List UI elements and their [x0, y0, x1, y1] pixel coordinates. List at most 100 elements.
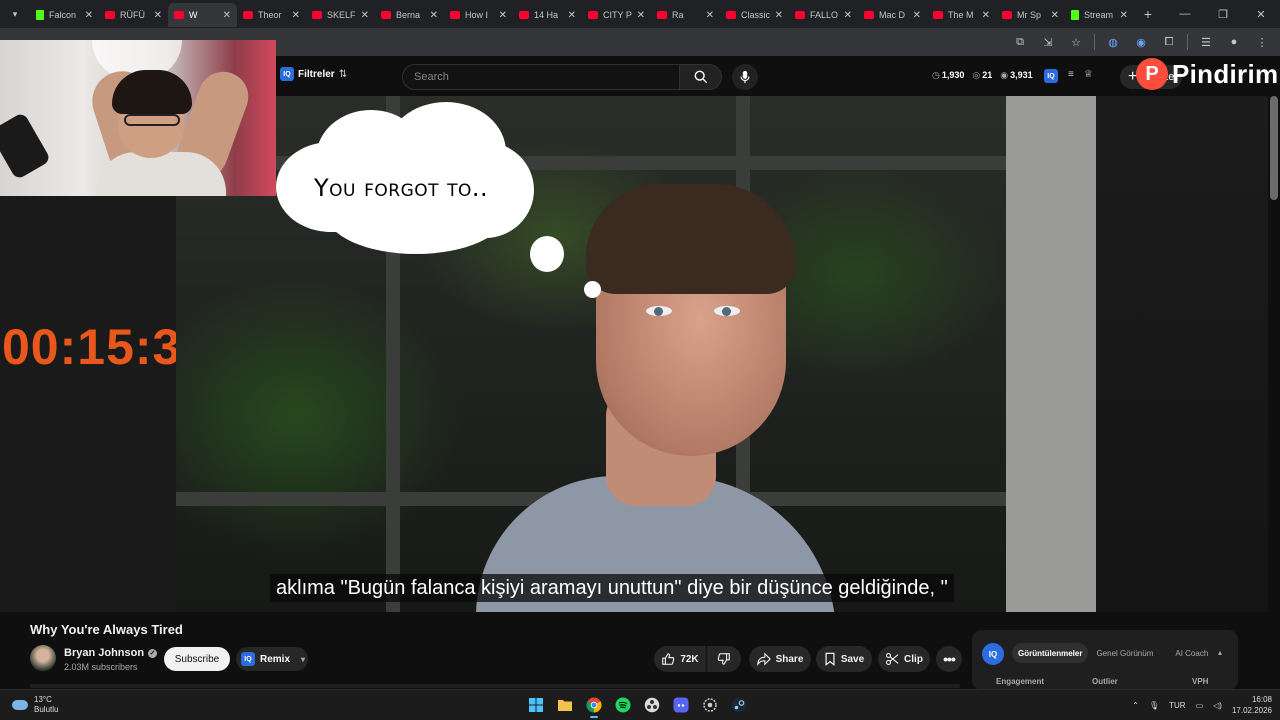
save-button[interactable]: Save [816, 646, 872, 672]
stat-views-value: 1,930 [941, 70, 965, 80]
search-input[interactable]: Search [402, 64, 680, 90]
close-tab-icon[interactable]: ✕ [913, 10, 921, 21]
browser-tab[interactable]: Mr Sp ✕ [996, 3, 1065, 27]
close-tab-icon[interactable]: ✕ [223, 10, 231, 21]
language-indicator[interactable]: TUR [1169, 701, 1185, 710]
iq-icon[interactable]: IQ [1044, 69, 1058, 83]
extensions-puzzle-icon[interactable]: ⧠ [1159, 32, 1179, 52]
tab-search-chevron-icon[interactable]: ▾ [4, 4, 26, 24]
pindirim-watermark: P Pindirim [1136, 58, 1278, 90]
browser-tab[interactable]: Berna ✕ [375, 3, 444, 27]
close-tab-icon[interactable]: ✕ [499, 10, 507, 21]
network-icon[interactable]: ▭ [1196, 701, 1204, 710]
browser-tab[interactable]: 14 Ha ✕ [513, 3, 582, 27]
close-window-icon[interactable]: ✕ [1242, 0, 1280, 28]
profile-avatar-icon[interactable]: ● [1224, 32, 1244, 52]
page-scrollbar[interactable] [1270, 96, 1278, 200]
channel-name[interactable]: Bryan Johnson ✓ [64, 647, 158, 659]
close-tab-icon[interactable]: ✕ [637, 10, 645, 21]
remix-button[interactable]: IQ Remix ▾ [236, 647, 308, 671]
filters-button[interactable]: IQ Filtreler ⇅ [280, 67, 347, 81]
browser-tab[interactable]: Classic ✕ [720, 3, 789, 27]
like-button[interactable]: 72K [654, 646, 706, 672]
iq-columns: Engagement Outlier VPH [996, 677, 1208, 686]
volume-icon[interactable]: ◁) [1213, 701, 1222, 710]
browser-tab[interactable]: Mac D ✕ [858, 3, 927, 27]
extension-audio-icon[interactable]: ◍ [1103, 32, 1123, 52]
chrome-menu-icon[interactable]: ⋮ [1252, 32, 1272, 52]
close-tab-icon[interactable]: ✕ [1120, 10, 1128, 21]
scissors-icon [886, 652, 899, 666]
browser-tab[interactable]: Stream ✕ [1065, 3, 1134, 27]
close-tab-icon[interactable]: ✕ [154, 10, 162, 21]
youtube-icon [105, 11, 115, 19]
close-tab-icon[interactable]: ✕ [361, 10, 369, 21]
tab-title: Classic [741, 10, 771, 20]
tab-title: Mac D [879, 10, 906, 20]
new-tab-button[interactable]: + [1138, 6, 1158, 22]
obs-icon [644, 697, 660, 713]
search-button[interactable] [680, 64, 722, 90]
browser-tab[interactable]: CITY P ✕ [582, 3, 651, 27]
browser-tab[interactable]: How I ✕ [444, 3, 513, 27]
close-tab-icon[interactable]: ✕ [85, 10, 93, 21]
trophy-icon[interactable]: ♕ [1084, 69, 1093, 83]
chevron-up-icon[interactable]: ⌃ [1132, 701, 1139, 710]
browser-tab[interactable]: FALLO ✕ [789, 3, 858, 27]
close-tab-icon[interactable]: ✕ [430, 10, 438, 21]
voice-search-button[interactable] [732, 64, 758, 90]
chevron-up-icon[interactable]: ▴ [1218, 648, 1222, 657]
browser-tab[interactable]: RÜFÜ ✕ [99, 3, 168, 27]
spotify-button[interactable] [613, 694, 633, 716]
settings-app-button[interactable] [700, 694, 720, 716]
system-tray: ⌃ 🎙︎ TUR ▭ ◁) 16:08 17.02.2026 [1132, 694, 1272, 716]
browser-tab[interactable]: W ✕ [168, 3, 237, 27]
channel-avatar[interactable] [30, 645, 56, 671]
dislike-button[interactable] [707, 646, 741, 672]
webcam-shirt [96, 152, 226, 196]
browser-tab[interactable]: Theor ✕ [237, 3, 306, 27]
list-icon[interactable]: ≡ [1068, 69, 1074, 83]
close-tab-icon[interactable]: ✕ [568, 10, 576, 21]
translate-icon[interactable]: ⧉ [1010, 32, 1030, 52]
close-tab-icon[interactable]: ✕ [844, 10, 852, 21]
weather-widget[interactable]: 13°C Bulutlu [12, 695, 58, 715]
browser-tab[interactable]: Ra ✕ [651, 3, 720, 27]
close-tab-icon[interactable]: ✕ [1051, 10, 1059, 21]
close-tab-icon[interactable]: ✕ [982, 10, 990, 21]
close-tab-icon[interactable]: ✕ [706, 10, 714, 21]
iq-icon: IQ [241, 652, 255, 666]
browser-tab[interactable]: The M ✕ [927, 3, 996, 27]
install-icon[interactable]: ⇲ [1038, 32, 1058, 52]
microphone-tray-icon[interactable]: 🎙︎ [1149, 701, 1159, 710]
iq-tab-ai-coach[interactable]: AI Coach [1169, 643, 1214, 663]
eye-icon: ◉ [1000, 70, 1009, 80]
channel-name-label: Bryan Johnson [64, 647, 145, 659]
iq-tab-views[interactable]: Görüntülenmeler [1012, 643, 1089, 663]
file-explorer-button[interactable] [555, 694, 575, 716]
obs-button[interactable] [642, 694, 662, 716]
subscribe-button[interactable]: Subscribe [164, 647, 230, 671]
chrome-button[interactable] [584, 694, 604, 718]
discord-button[interactable] [671, 694, 691, 716]
more-actions-button[interactable]: ••• [936, 646, 962, 672]
steam-button[interactable] [729, 694, 749, 716]
browser-tab[interactable]: SKELF ✕ [306, 3, 375, 27]
clock[interactable]: 16:08 17.02.2026 [1232, 694, 1272, 716]
clock-time: 16:08 [1251, 695, 1272, 704]
maximize-icon[interactable]: ❐ [1204, 0, 1242, 28]
share-button[interactable]: Share [749, 646, 811, 672]
close-tab-icon[interactable]: ✕ [775, 10, 783, 21]
clip-button[interactable]: Clip [878, 646, 930, 672]
reading-list-icon[interactable]: ☰ [1196, 32, 1216, 52]
close-tab-icon[interactable]: ✕ [292, 10, 300, 21]
start-button[interactable] [526, 694, 546, 716]
filter-sliders-icon: ⇅ [338, 68, 348, 80]
iq-tab-overview[interactable]: Genel Görünüm [1090, 643, 1159, 663]
bookmark-star-icon[interactable]: ☆ [1066, 32, 1086, 52]
minimize-icon[interactable]: — [1166, 0, 1204, 28]
clock-icon: ◷ [932, 70, 940, 80]
browser-tab[interactable]: Falcon ✕ [30, 3, 99, 27]
filters-label: Filtreler [298, 68, 335, 80]
extension-iq-icon[interactable]: ◉ [1131, 32, 1151, 52]
